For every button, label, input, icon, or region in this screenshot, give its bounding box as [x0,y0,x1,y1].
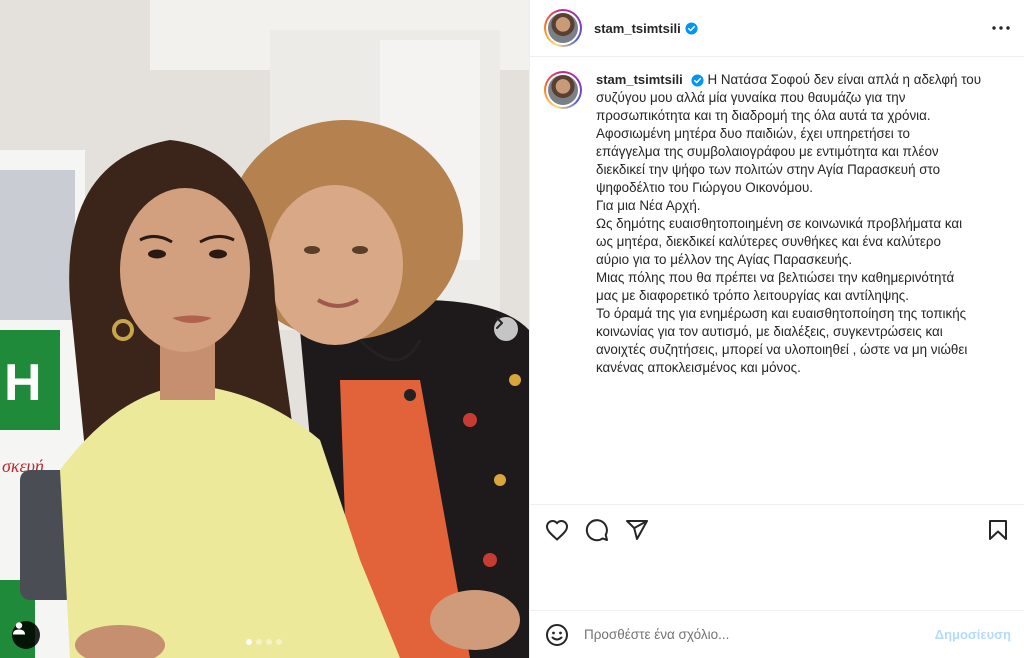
caption-line-text: Η Νατάσα Σοφού δεν είναι απλά η αδελφή τ… [707,72,982,87]
avatar-image [548,13,578,43]
heart-icon [546,519,568,540]
caption-line: Μιας πόλης που θα πρέπει να βελτιώσει τη… [596,270,955,285]
caption-username[interactable]: stam_tsimtsili [596,72,683,87]
caption-line: μας με διαφορετικό τρόπο λειτουργίας και… [596,288,909,303]
comment-button[interactable] [584,517,610,543]
caption-avatar[interactable] [544,71,582,109]
carousel-dot [256,639,262,645]
header-username[interactable]: stam_tsimtsili [594,21,681,36]
bookmark-icon [989,519,1007,540]
caption-line: αύριο για το μέλλον της Αγίας Παρασκευής… [596,252,853,267]
caption-text: stam_tsimtsili Η Νατάσα Σοφού δεν είναι … [596,71,1009,377]
verified-badge-icon [685,21,698,35]
send-icon [626,519,648,540]
tagged-users-button[interactable] [12,621,40,649]
post-photo[interactable]: H σκευή [0,0,529,658]
more-options-button[interactable] [992,26,1010,30]
avatar[interactable] [544,9,582,47]
caption-line: κοινωνίας για τον αυτισμό, με διαλέξεις,… [596,324,943,339]
caption-section: stam_tsimtsili Η Νατάσα Σοφού δεν είναι … [530,57,1024,504]
caption-line: ψηφοδέλτιο του Γιώργου Οικονόμου. [596,180,814,195]
comment-icon [585,518,608,541]
verified-badge-icon [691,74,704,87]
avatar-image [548,75,578,105]
comment-input[interactable] [584,627,935,642]
caption-line: διεκδικεί την ψήφο των πολιτών στην Αγία… [596,162,941,177]
save-button[interactable] [985,517,1011,543]
more-horizontal-icon [992,26,1010,30]
user-icon [13,622,25,635]
caption-line: Για μια Νέα Αρχή. [596,198,701,213]
post-comment-button[interactable]: Δημοσίευση [935,627,1011,642]
emoji-button[interactable] [544,622,570,648]
emoji-icon [546,623,568,646]
caption-line: Το όραμά της για ενημέρωση και ευαισθητο… [596,306,967,321]
caption-line: προσωπικότητα και τη διαδρομή της όλα αυ… [596,108,931,123]
post-panel: stam_tsimtsili stam_tsimtsili Η Νατάσα Σ… [529,0,1024,658]
carousel-dot [246,639,252,645]
caption-line: συζύγου μου αλλά μία γυναίκα που θαυμάζω… [596,90,906,105]
caption-line: ανοιχτές συζητήσεις, μπορεί να υλοποιηθε… [596,342,968,357]
caption-line: Αφοσιωμένη μητέρα δυο παιδιών, έχει υπηρ… [596,126,911,141]
carousel-indicator [246,639,282,645]
caption-line: stam_tsimtsili Η Νατάσα Σοφού δεν είναι … [596,71,1009,89]
post-header: stam_tsimtsili [530,0,1024,57]
svg-text:H: H [4,354,42,412]
chevron-right-icon [496,317,503,329]
share-button[interactable] [624,517,650,543]
caption-line: Ως δημότης ευαισθητοποιημένη σε κοινωνικ… [596,216,963,231]
comment-bar: Δημοσίευση [530,610,1024,658]
caption-line: ως μητέρα, διεκδικεί καλύτερες συνθήκες … [596,234,941,249]
like-button[interactable] [544,517,570,543]
next-slide-button[interactable] [494,317,518,341]
carousel-dot [266,639,272,645]
action-bar [530,504,1024,554]
caption-line: κανένας αποκλεισμένος και μόνος. [596,360,801,375]
carousel-dot [276,639,282,645]
caption-line: επάγγελμα της συμβολαιογράφου με εντιμότ… [596,144,939,159]
photo-illustration: H σκευή [0,0,529,658]
